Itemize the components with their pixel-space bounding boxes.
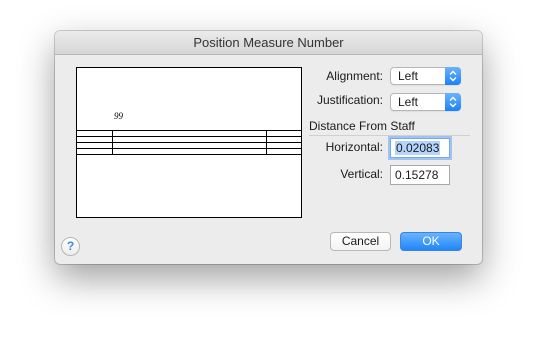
section-divider: [309, 135, 470, 136]
justification-popup[interactable]: Left: [390, 93, 461, 111]
staff-preview[interactable]: 99: [76, 67, 302, 218]
question-mark-icon: ?: [66, 239, 75, 253]
distance-from-staff-heading: Distance From Staff: [309, 119, 415, 133]
cancel-button[interactable]: Cancel: [330, 232, 391, 251]
dialog-title: Position Measure Number: [193, 35, 344, 50]
title-bar[interactable]: Position Measure Number: [55, 31, 482, 55]
measure-number-label[interactable]: 99: [114, 111, 123, 121]
help-button[interactable]: ?: [61, 237, 80, 256]
justification-value: Left: [398, 95, 419, 109]
horizontal-value: 0.02083: [395, 141, 441, 155]
position-measure-number-dialog: Position Measure Number 99 Alignment: Le…: [55, 31, 482, 264]
horizontal-field[interactable]: 0.02083: [390, 138, 450, 158]
alignment-value: Left: [398, 69, 419, 83]
horizontal-label: Horizontal:: [325, 140, 383, 154]
alignment-popup[interactable]: Left: [390, 67, 461, 85]
vertical-field[interactable]: 0.15278: [390, 165, 450, 185]
vertical-label: Vertical:: [340, 167, 383, 181]
vertical-value: 0.15278: [395, 168, 439, 182]
ok-button[interactable]: OK: [400, 232, 462, 251]
justification-label: Justification:: [316, 93, 383, 107]
up-down-chevron-icon: [445, 93, 461, 111]
up-down-chevron-icon: [445, 67, 461, 85]
alignment-label: Alignment:: [326, 69, 383, 83]
staff-preview-drawing: [77, 130, 301, 155]
